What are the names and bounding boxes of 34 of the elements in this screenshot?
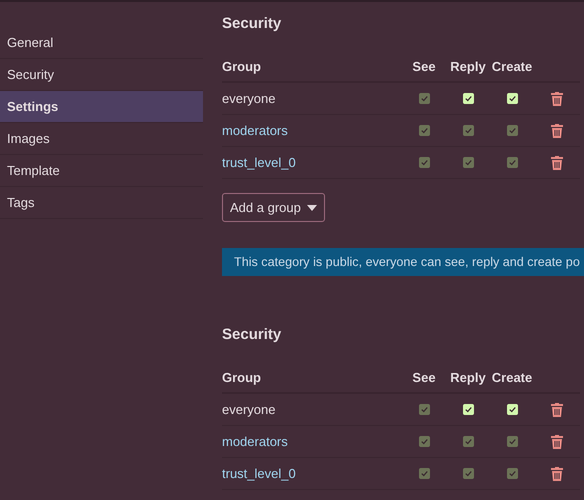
trash-icon[interactable] (551, 92, 563, 106)
column-header: Create (490, 58, 534, 74)
column-header: Reply (449, 58, 487, 74)
checkbox[interactable] (462, 93, 474, 104)
caret-icon (306, 204, 317, 210)
group-link[interactable]: moderators (222, 123, 288, 138)
section-title: Security (222, 326, 282, 345)
column-header: See (411, 58, 437, 74)
section-title: Security (222, 15, 282, 34)
checkbox[interactable] (506, 93, 518, 104)
checkbox[interactable] (462, 404, 474, 415)
column-header: See (411, 370, 437, 384)
sidebar-item[interactable]: Settings (0, 91, 203, 123)
trash-icon[interactable] (551, 466, 563, 480)
sidebar-item[interactable]: Images (0, 123, 203, 155)
group-link[interactable]: trust_level_0 (222, 155, 296, 170)
group-name: everyone (222, 91, 276, 106)
column-header: Reply (449, 370, 487, 384)
group-link[interactable]: trust_level_0 (222, 466, 296, 481)
column-header: Group (222, 58, 262, 74)
checkbox[interactable] (506, 404, 518, 415)
add-group-button[interactable]: Add a group (222, 193, 325, 222)
trash-icon[interactable] (551, 124, 563, 138)
trash-icon[interactable] (551, 156, 563, 170)
group-name: everyone (222, 402, 276, 417)
sidebar-item[interactable]: Tags (0, 187, 203, 219)
sidebar-item[interactable]: Template (0, 155, 203, 187)
group-link[interactable]: moderators (222, 434, 288, 449)
info-banner: This category is public, everyone can see, reply and create po (222, 248, 584, 276)
trash-icon[interactable] (551, 434, 563, 448)
trash-icon[interactable] (551, 402, 563, 416)
column-header: Group (222, 370, 262, 384)
column-header: Create (490, 370, 534, 384)
sidebar-item[interactable]: General (0, 27, 203, 59)
